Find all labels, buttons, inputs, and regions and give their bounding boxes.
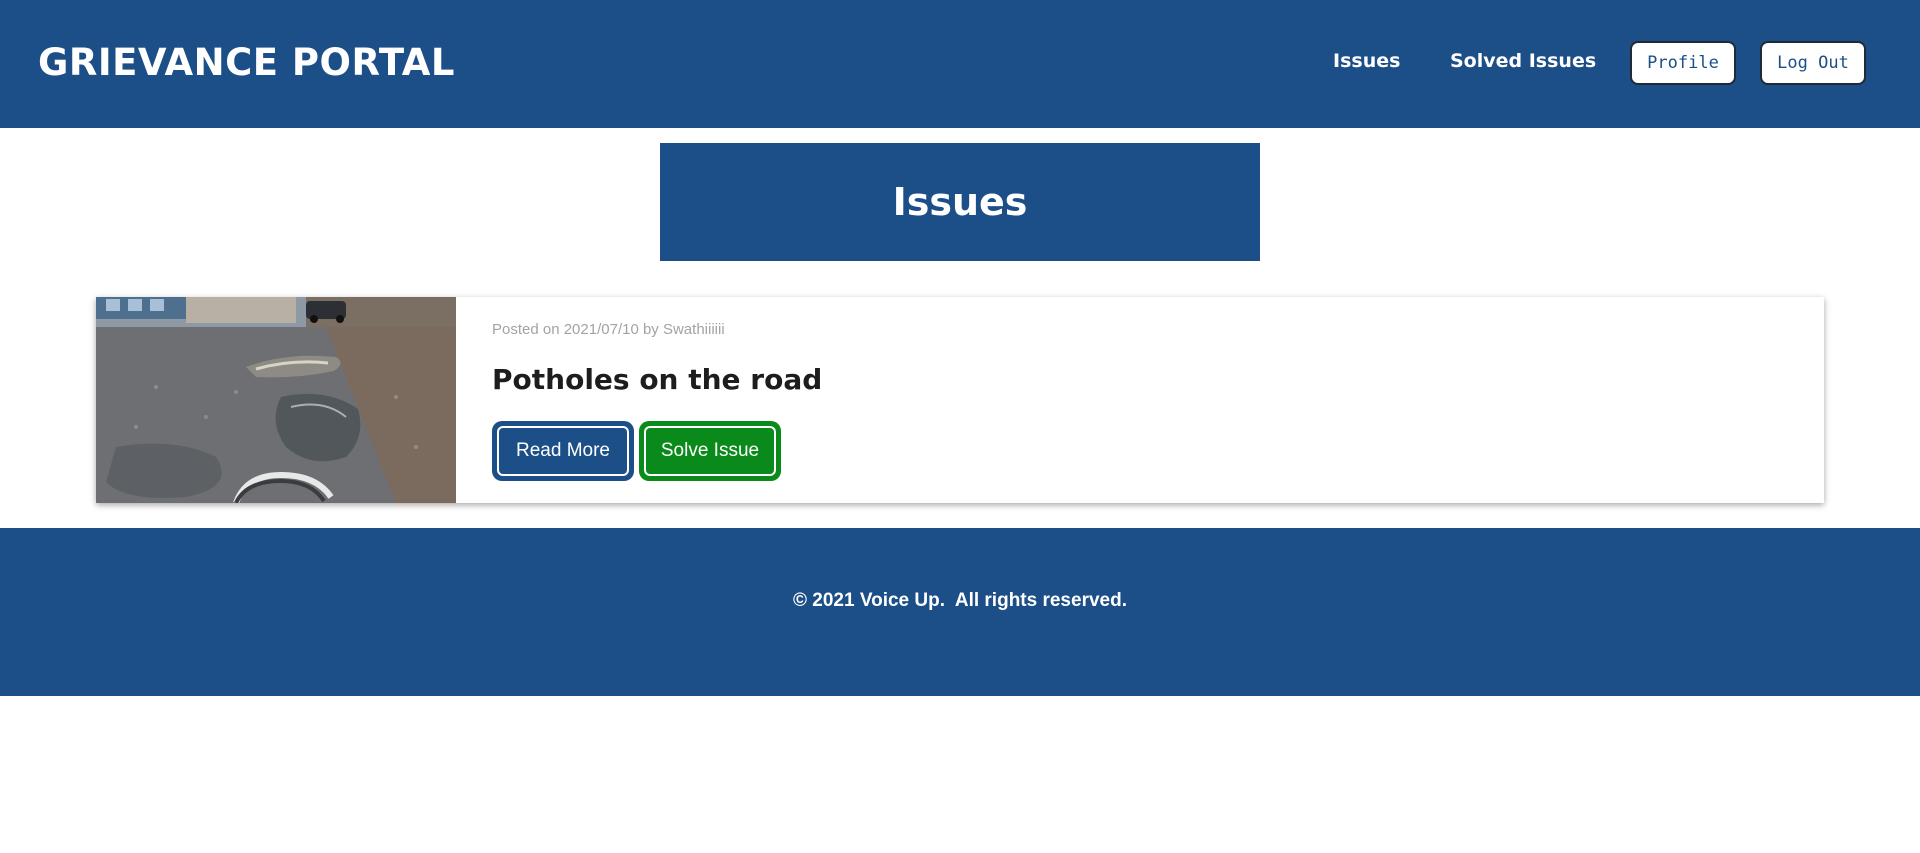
issue-title: Potholes on the road	[492, 363, 823, 396]
issue-meta: Posted on 2021/07/10 by Swathiiiiii	[492, 321, 725, 338]
nav-solved-issues-link[interactable]: Solved Issues	[1450, 49, 1596, 73]
read-more-label: Read More	[497, 426, 629, 476]
solve-issue-button[interactable]: Solve Issue	[639, 421, 781, 481]
issue-card: Posted on 2021/07/10 by Swathiiiiii Poth…	[96, 297, 1824, 503]
read-more-button[interactable]: Read More	[492, 421, 634, 481]
footer: © 2021 Voice Up. All rights reserved.	[0, 528, 1920, 696]
top-navbar: GRIEVANCE PORTAL Issues Solved Issues Pr…	[0, 0, 1920, 128]
pothole-road-image	[96, 297, 456, 503]
page-title: Issues	[892, 180, 1028, 224]
solve-issue-label: Solve Issue	[644, 426, 776, 476]
logout-button[interactable]: Log Out	[1760, 41, 1866, 85]
profile-button[interactable]: Profile	[1630, 41, 1736, 85]
page-title-banner: Issues	[660, 143, 1260, 261]
site-brand[interactable]: GRIEVANCE PORTAL	[38, 40, 455, 86]
issue-photo	[96, 297, 456, 503]
nav-issues-link[interactable]: Issues	[1333, 49, 1400, 73]
copyright-text: © 2021 Voice Up. All rights reserved.	[793, 590, 1127, 611]
